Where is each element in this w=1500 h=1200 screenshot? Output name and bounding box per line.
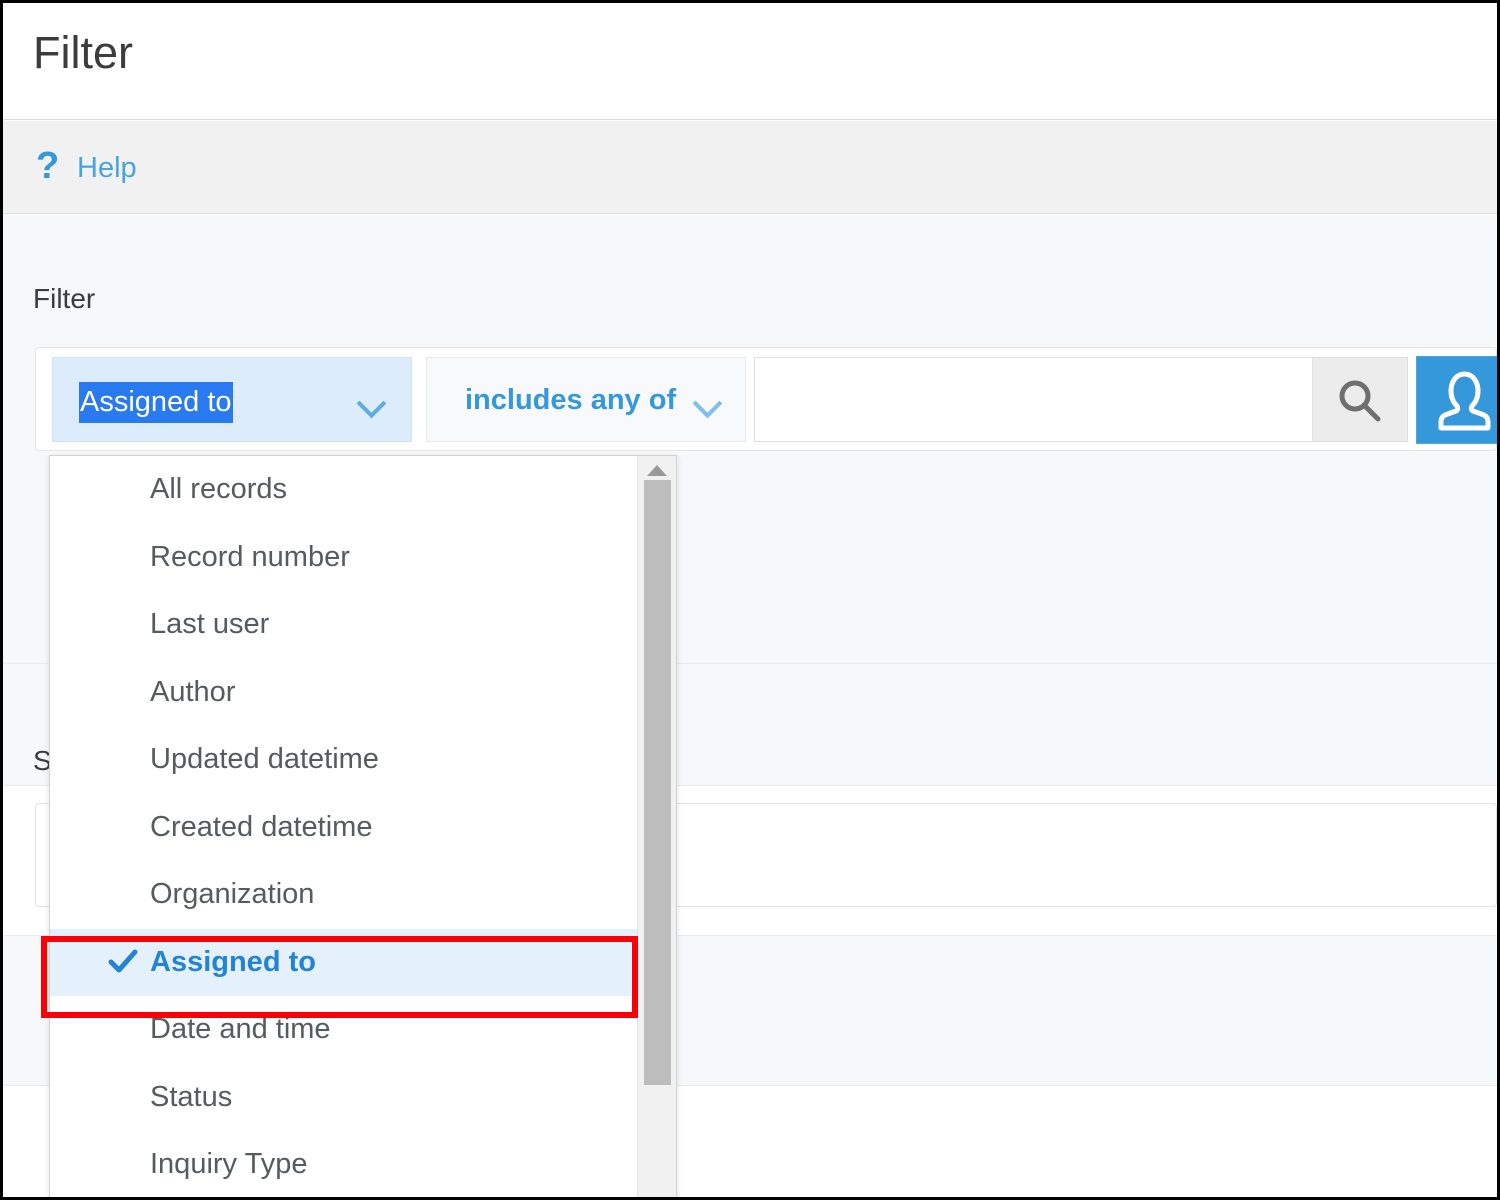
filter-field-select-value: Assigned to	[79, 382, 233, 423]
dropdown-item[interactable]: Date and time	[50, 996, 639, 1064]
chevron-down-icon	[695, 390, 721, 416]
dropdown-item[interactable]: Updated datetime	[50, 726, 639, 794]
dropdown-item[interactable]: Inquiry Type	[50, 1131, 639, 1199]
caret-up-icon[interactable]	[638, 456, 676, 480]
dropdown-item[interactable]: Record number	[50, 524, 639, 592]
dropdown-scrollbar[interactable]	[637, 456, 676, 1200]
dropdown-item[interactable]: Author	[50, 659, 639, 727]
dropdown-item-label: Created datetime	[150, 811, 372, 843]
filter-field-dropdown: All records Record number Last user Author U…	[49, 455, 677, 1200]
check-icon	[108, 947, 138, 977]
dropdown-item[interactable]: Status	[50, 1064, 639, 1132]
dropdown-item[interactable]: Created datetime	[50, 794, 639, 862]
dropdown-item-label: Author	[150, 676, 235, 708]
dropdown-item-label: Record number	[150, 541, 350, 573]
filter-dialog-window: Filter ? Help S Filter Assigned to inclu…	[0, 0, 1500, 1200]
chevron-down-icon	[359, 390, 385, 416]
question-mark-icon: ?	[36, 144, 59, 188]
dialog-header: Filter	[3, 3, 1497, 120]
dropdown-item[interactable]: Assigned to	[50, 929, 639, 997]
dropdown-item[interactable]: All records	[50, 456, 639, 524]
help-bar: ? Help	[3, 121, 1497, 214]
dropdown-item-label: Status	[150, 1081, 232, 1113]
filter-operator-select-value: includes any of	[465, 382, 676, 418]
search-button[interactable]	[1312, 358, 1407, 441]
dropdown-item-label: Date and time	[150, 1013, 331, 1045]
scrollbar-thumb[interactable]	[644, 480, 671, 1085]
filter-section-label: Filter	[33, 281, 95, 317]
dropdown-item-label: All records	[150, 473, 287, 505]
help-link[interactable]: Help	[77, 150, 137, 186]
user-picker-button[interactable]	[1416, 356, 1500, 444]
filter-operator-select[interactable]: includes any of	[426, 357, 746, 442]
filter-value-input[interactable]	[755, 358, 1312, 441]
dropdown-item-label: Organization	[150, 878, 314, 910]
page-title: Filter	[33, 27, 133, 79]
dropdown-item[interactable]: Organization	[50, 861, 639, 929]
search-icon	[1335, 376, 1385, 426]
dropdown-item-label: Inquiry Type	[150, 1148, 307, 1180]
dropdown-item-label: Assigned to	[150, 946, 316, 978]
filter-field-select[interactable]: Assigned to	[52, 357, 412, 442]
dropdown-item-label: Last user	[150, 608, 269, 640]
user-icon	[1437, 366, 1492, 436]
filter-value-field-wrap	[754, 357, 1408, 442]
filter-condition-row: Assigned to includes any of	[35, 347, 1497, 451]
dropdown-item[interactable]: Last user	[50, 591, 639, 659]
filter-field-dropdown-list: All records Record number Last user Author U…	[50, 456, 639, 1200]
dropdown-item-label: Updated datetime	[150, 743, 379, 775]
